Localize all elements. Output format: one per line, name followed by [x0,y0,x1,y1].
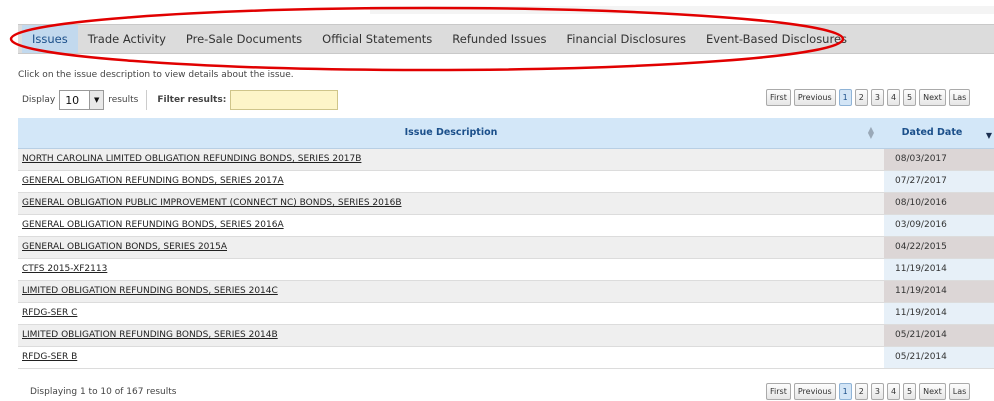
issue-description-cell: GENERAL OBLIGATION PUBLIC IMPROVEMENT (C… [18,192,884,215]
issue-link[interactable]: LIMITED OBLIGATION REFUNDING BONDS, SERI… [22,330,278,340]
previous-page-button[interactable]: Previous [793,89,836,106]
instruction-text: Click on the issue description to view d… [18,70,294,80]
issue-description-cell: CTFS 2015-XF2113 [18,258,884,281]
tab-bar: Issues Trade Activity Pre-Sale Documents Of… [18,24,994,54]
dated-date-cell: 04/22/2015 [884,236,994,259]
divider [146,90,148,110]
pager-bottom: First Previous 1 2 3 4 5 Next Las [766,383,971,400]
chevron-down-icon[interactable]: ▼ [89,91,104,109]
first-page-button[interactable]: First [766,383,791,400]
table-row: CTFS 2015-XF2113 11/19/2014 [18,258,994,281]
issue-description-cell: GENERAL OBLIGATION BONDS, SERIES 2015A [18,236,884,259]
table-header-row: Issue Description ▲ ▼ Dated Date ▼ [18,118,994,149]
issue-description-cell: LIMITED OBLIGATION REFUNDING BONDS, SERI… [18,280,884,303]
issue-link[interactable]: RFDG-SER B [22,352,77,362]
column-header-dated-date[interactable]: Dated Date ▼ [884,118,994,149]
tab-event-based-disclosures[interactable]: Event-Based Disclosures [696,25,857,53]
table-row: GENERAL OBLIGATION REFUNDING BONDS, SERI… [18,170,994,193]
page-button-5[interactable]: 5 [903,383,917,400]
page-button-2[interactable]: 2 [854,89,868,106]
last-page-button[interactable]: Las [948,89,971,106]
table-controls: Display 10 ▼ results Filter results: [22,89,339,111]
page-button-2[interactable]: 2 [854,383,868,400]
table-row: LIMITED OBLIGATION REFUNDING BONDS, SERI… [18,324,994,347]
display-label: Display [22,95,56,105]
issue-link[interactable]: GENERAL OBLIGATION BONDS, SERIES 2015A [22,242,227,252]
issue-link[interactable]: LIMITED OBLIGATION REFUNDING BONDS, SERI… [22,286,278,296]
next-page-button[interactable]: Next [919,89,946,106]
top-strip [370,6,994,14]
dated-date-cell: 08/10/2016 [884,192,994,215]
filter-input[interactable] [230,90,339,110]
page-button-3[interactable]: 3 [870,383,884,400]
dated-date-cell: 07/27/2017 [884,170,994,193]
last-page-button[interactable]: Las [948,383,971,400]
issue-link[interactable]: RFDG-SER C [22,308,77,318]
dated-date-cell: 05/21/2014 [884,346,994,369]
sort-desc-icon: ▼ [985,131,992,140]
column-header-issue-description[interactable]: Issue Description ▲ ▼ [18,118,884,149]
page-button-4[interactable]: 4 [886,89,901,106]
table-row: RFDG-SER B 05/21/2014 [18,346,994,369]
tab-refunded-issues[interactable]: Refunded Issues [442,25,556,53]
issue-description-cell: LIMITED OBLIGATION REFUNDING BONDS, SERI… [18,324,884,347]
results-label: results [108,95,139,105]
table-row: LIMITED OBLIGATION REFUNDING BONDS, SERI… [18,280,994,303]
first-page-button[interactable]: First [766,89,791,106]
issue-link[interactable]: GENERAL OBLIGATION REFUNDING BONDS, SERI… [22,176,284,186]
previous-page-button[interactable]: Previous [793,383,836,400]
page-button-5[interactable]: 5 [903,89,917,106]
issue-link[interactable]: NORTH CAROLINA LIMITED OBLIGATION REFUND… [22,154,361,164]
issue-link[interactable]: GENERAL OBLIGATION REFUNDING BONDS, SERI… [22,220,284,230]
dated-date-cell: 05/21/2014 [884,324,994,347]
next-page-button[interactable]: Next [919,383,946,400]
filter-label: Filter results: [157,95,227,105]
dated-date-cell: 11/19/2014 [884,280,994,303]
dated-date-cell: 11/19/2014 [884,302,994,325]
issue-link[interactable]: CTFS 2015-XF2113 [22,264,107,274]
column-header-label: Dated Date [901,127,963,139]
tab-financial-disclosures[interactable]: Financial Disclosures [557,25,696,53]
tab-trade-activity[interactable]: Trade Activity [78,25,176,53]
dated-date-cell: 08/03/2017 [884,148,994,171]
table-row: GENERAL OBLIGATION PUBLIC IMPROVEMENT (C… [18,192,994,215]
issue-description-cell: NORTH CAROLINA LIMITED OBLIGATION REFUND… [18,148,884,171]
table-row: GENERAL OBLIGATION BONDS, SERIES 2015A 04… [18,236,994,259]
issues-table: Issue Description ▲ ▼ Dated Date ▼ NORTH … [18,118,994,369]
display-count-value: 10 [65,93,80,107]
issue-description-cell: GENERAL OBLIGATION REFUNDING BONDS, SERI… [18,214,884,237]
issue-link[interactable]: GENERAL OBLIGATION PUBLIC IMPROVEMENT (C… [22,198,402,208]
pager-top: First Previous 1 2 3 4 5 Next Las [766,89,971,106]
results-summary: Displaying 1 to 10 of 167 results [30,387,177,397]
issue-description-cell: RFDG-SER B [18,346,884,369]
page-button-1[interactable]: 1 [838,383,852,400]
table-row: NORTH CAROLINA LIMITED OBLIGATION REFUND… [18,148,994,171]
dated-date-cell: 03/09/2016 [884,214,994,237]
tab-issues[interactable]: Issues [22,25,78,53]
table-row: GENERAL OBLIGATION REFUNDING BONDS, SERI… [18,214,994,237]
tab-official-statements[interactable]: Official Statements [312,25,442,53]
page-button-3[interactable]: 3 [870,89,884,106]
tab-pre-sale-documents[interactable]: Pre-Sale Documents [176,25,312,53]
column-header-label: Issue Description [404,127,498,139]
sort-icon: ▲ ▼ [867,125,874,140]
display-count-select[interactable]: 10 ▼ [59,90,105,110]
issue-description-cell: GENERAL OBLIGATION REFUNDING BONDS, SERI… [18,170,884,193]
table-row: RFDG-SER C 11/19/2014 [18,302,994,325]
dated-date-cell: 11/19/2014 [884,258,994,281]
issue-description-cell: RFDG-SER C [18,302,884,325]
page-button-4[interactable]: 4 [886,383,901,400]
page-button-1[interactable]: 1 [838,89,852,106]
